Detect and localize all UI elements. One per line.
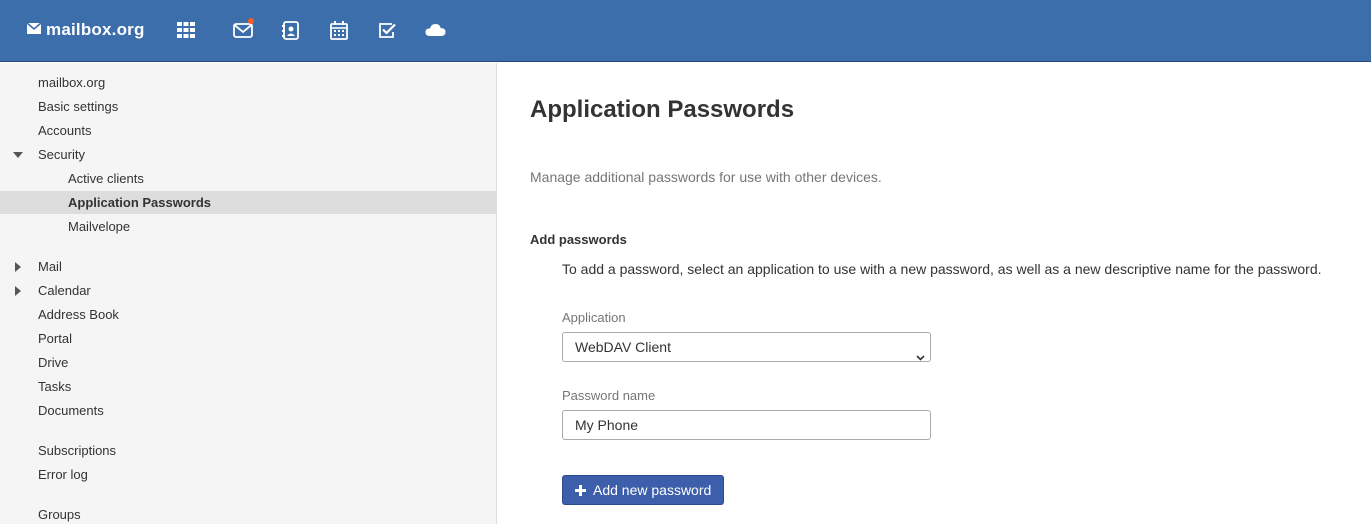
sidebar-item-accounts[interactable]: Accounts — [0, 119, 496, 142]
sidebar-item-label: mailbox.org — [38, 75, 106, 90]
top-bar: mailbox.org — [0, 0, 1371, 62]
sidebar-item-security[interactable]: Security — [0, 143, 496, 166]
sidebar-item-mailbox-org[interactable]: mailbox.org — [0, 71, 496, 94]
caret-right-icon[interactable] — [12, 279, 24, 302]
sidebar-item-label: Error log — [38, 467, 88, 482]
sidebar-item-error-log[interactable]: Error log — [0, 463, 496, 486]
sidebar-item-address-book[interactable]: Address Book — [0, 303, 496, 326]
add-new-password-label: Add new password — [593, 482, 712, 498]
sidebar-item-drive[interactable]: Drive — [0, 351, 496, 374]
tasks-icon[interactable] — [376, 19, 398, 41]
sidebar-item-application-passwords[interactable]: Application Passwords — [0, 191, 496, 214]
sidebar-item-calendar[interactable]: Calendar — [0, 279, 496, 302]
notification-dot — [248, 18, 254, 24]
apps-grid-icon[interactable] — [175, 19, 197, 41]
application-label: Application — [562, 310, 626, 325]
sidebar-item-portal[interactable]: Portal — [0, 327, 496, 350]
mail-icon[interactable] — [232, 18, 254, 41]
sidebar-item-label: Security — [38, 147, 85, 162]
caret-right-icon[interactable] — [12, 255, 24, 278]
password-name-label: Password name — [562, 388, 656, 403]
plus-icon — [575, 484, 586, 496]
sidebar-item-label: Accounts — [38, 123, 92, 138]
sidebar-item-mail[interactable]: Mail — [0, 255, 496, 278]
section-help-text: To add a password, select an application… — [562, 261, 1322, 277]
sidebar-item-tasks[interactable]: Tasks — [0, 375, 496, 398]
application-select[interactable]: WebDAV Client — [562, 332, 931, 362]
sidebar-item-groups[interactable]: Groups — [0, 503, 496, 526]
sidebar-item-label: Groups — [38, 507, 81, 522]
sidebar-item-subscriptions[interactable]: Subscriptions — [0, 439, 496, 462]
sidebar-item-label: Subscriptions — [38, 443, 117, 458]
main-content: Application Passwords Manage additional … — [498, 63, 1371, 524]
sidebar-item-label: Active clients — [68, 171, 144, 186]
sidebar-item-active-clients[interactable]: Active clients — [0, 167, 496, 190]
add-new-password-button[interactable]: Add new password — [562, 475, 725, 505]
sidebar-item-label: Mail — [38, 259, 62, 274]
sidebar-item-label: Portal — [38, 331, 72, 346]
sidebar-item-label: Tasks — [38, 379, 72, 394]
app-logo[interactable]: mailbox.org — [26, 18, 145, 42]
application-select-value: WebDAV Client — [575, 339, 671, 355]
sidebar-item-label: Documents — [38, 403, 104, 418]
sidebar-item-label: Drive — [38, 355, 69, 370]
section-title: Add passwords — [530, 232, 627, 247]
caret-down-icon[interactable] — [12, 143, 24, 166]
sidebar-item-label: Address Book — [38, 307, 119, 322]
settings-sidebar: mailbox.org Basic settings Accounts Secu… — [0, 63, 497, 524]
sidebar-item-label: Mailvelope — [68, 219, 131, 234]
sidebar-item-label: Calendar — [38, 283, 91, 298]
sidebar-item-basic-settings[interactable]: Basic settings — [0, 95, 496, 118]
logo-text: mailbox.org — [46, 20, 145, 39]
chevron-down-icon — [916, 342, 925, 370]
page-title: Application Passwords — [530, 96, 795, 123]
password-name-input[interactable] — [562, 410, 931, 440]
sidebar-item-documents[interactable]: Documents — [0, 399, 496, 422]
sidebar-item-mailvelope[interactable]: Mailvelope — [0, 215, 496, 238]
envelope-icon — [26, 20, 46, 40]
sidebar-item-label: Basic settings — [38, 99, 119, 114]
sidebar-item-label: Application Passwords — [68, 195, 212, 210]
page-description: Manage additional passwords for use with… — [530, 169, 882, 185]
calendar-icon[interactable] — [328, 19, 350, 41]
contacts-icon[interactable] — [280, 19, 302, 41]
cloud-icon[interactable] — [424, 19, 446, 41]
